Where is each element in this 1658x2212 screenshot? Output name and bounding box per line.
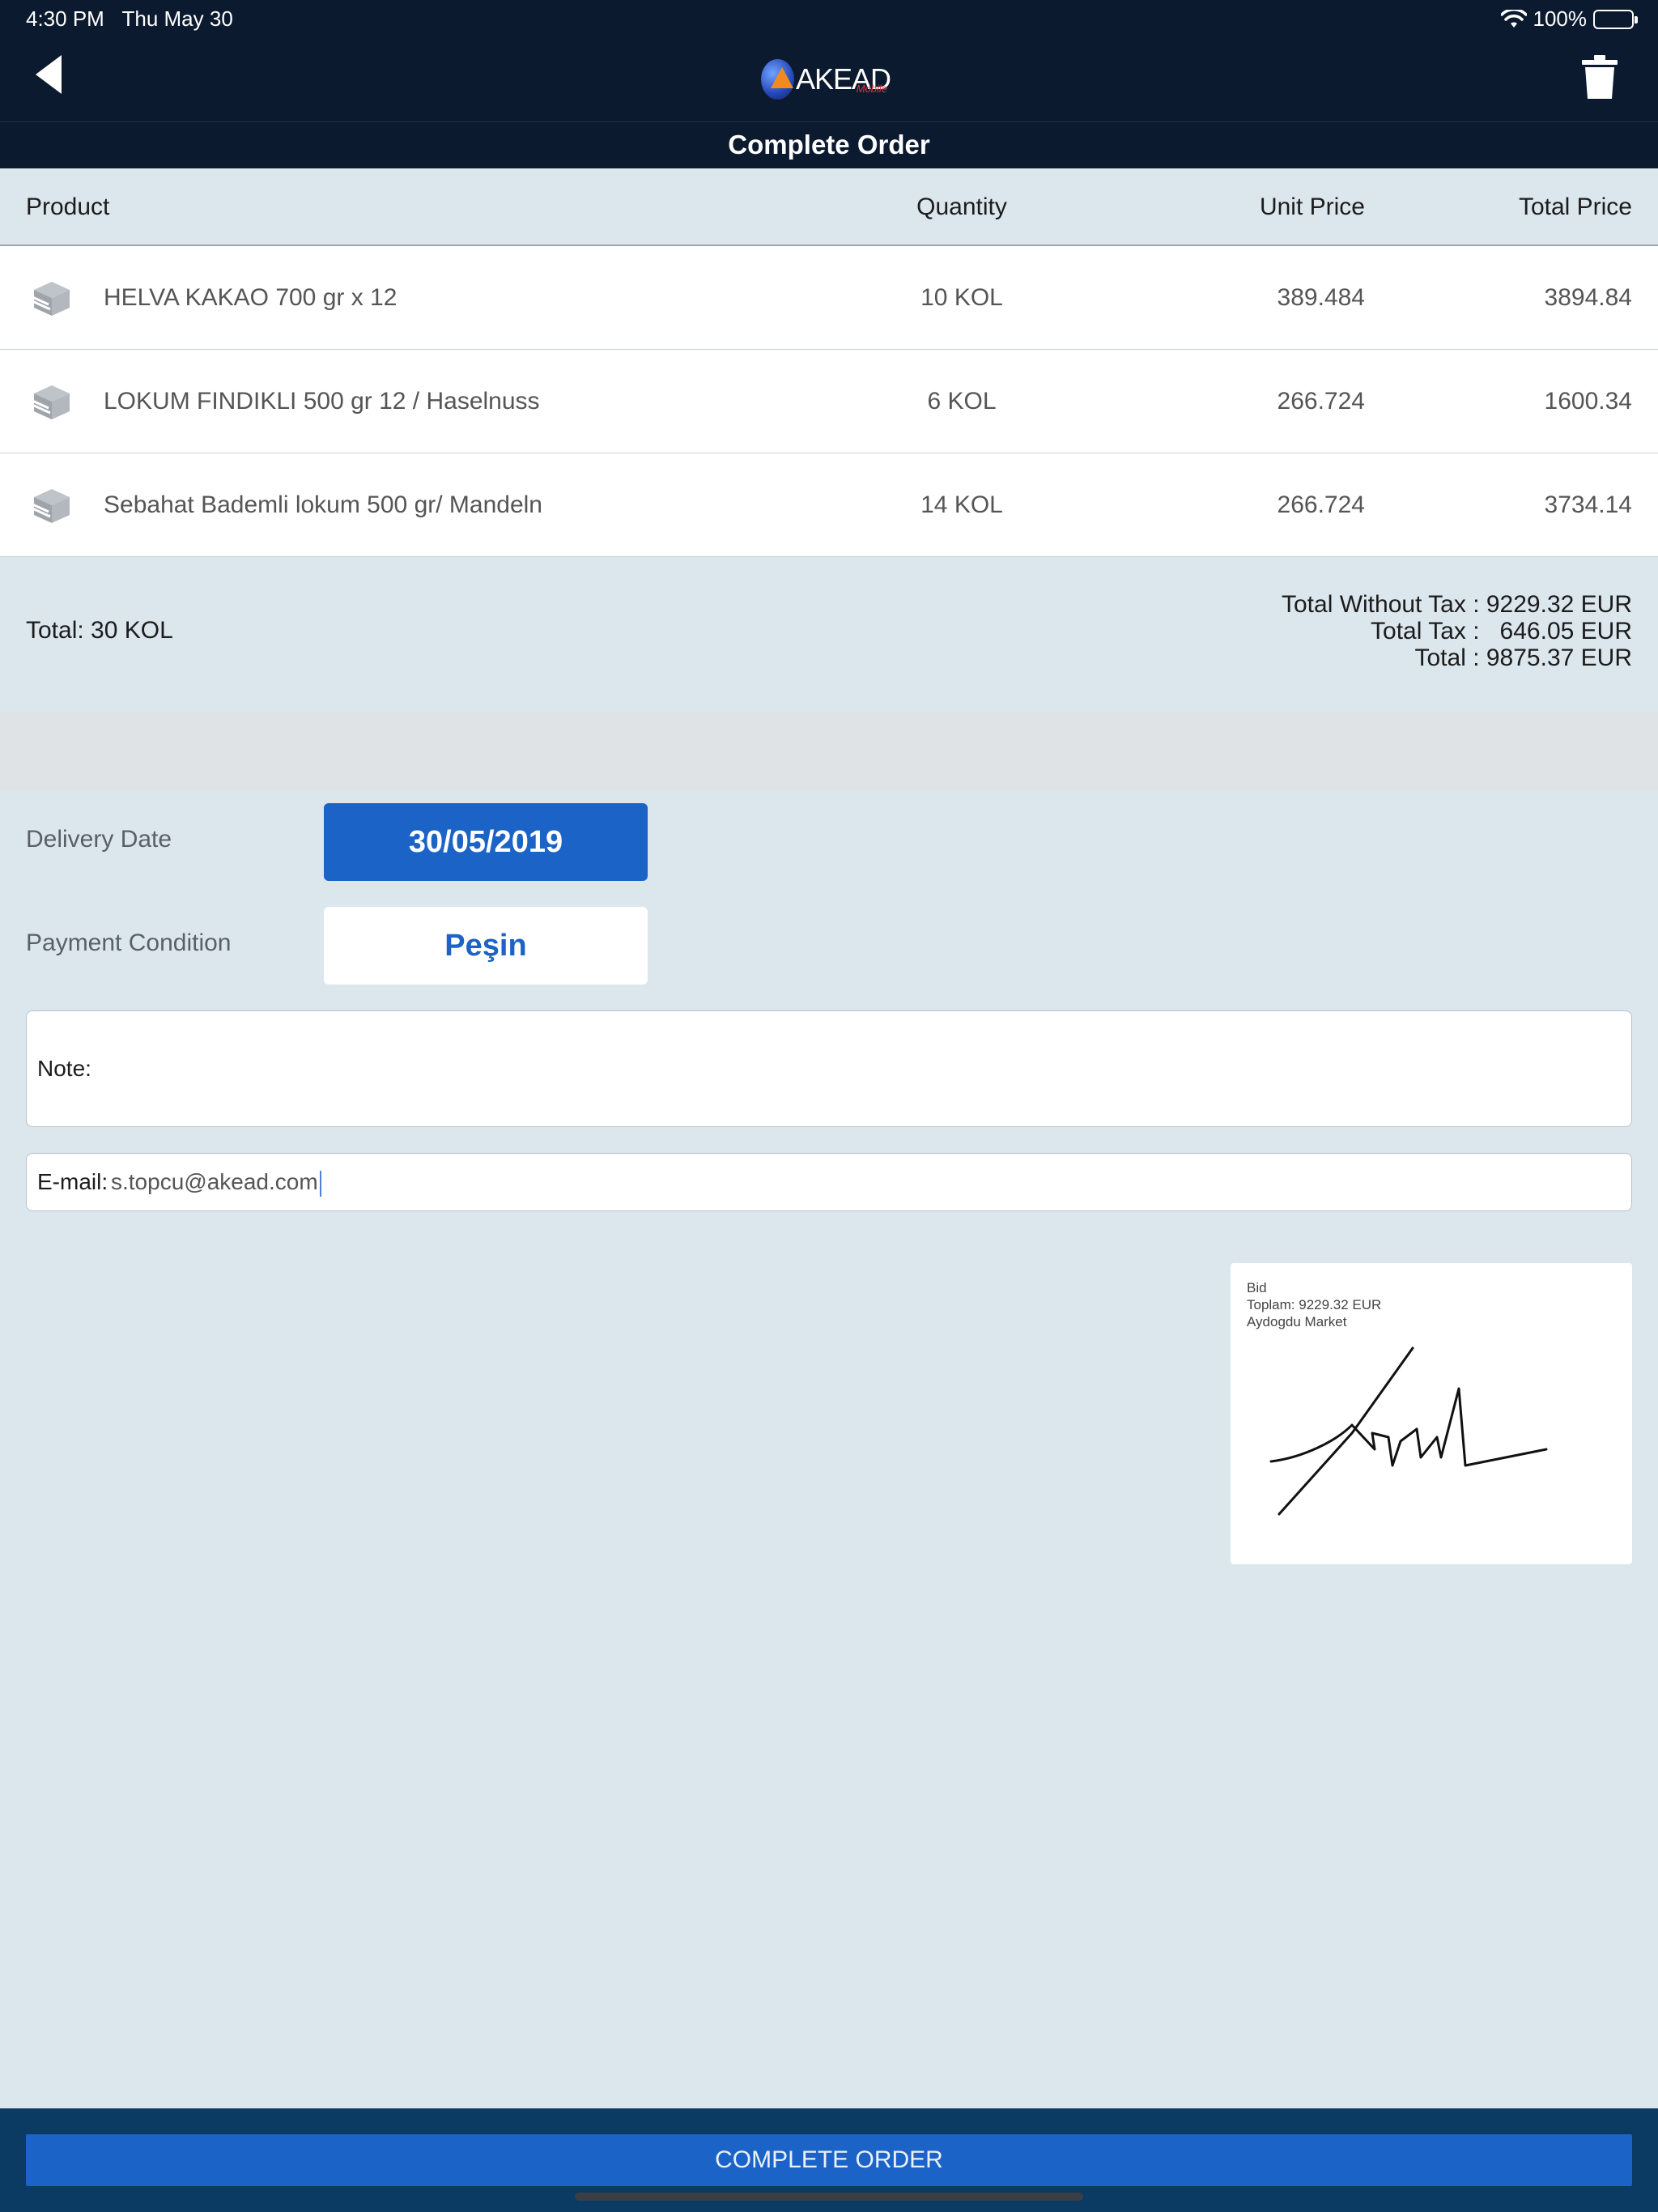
logo-sub-text: Mobile <box>856 83 887 95</box>
signature-line-3: Aydogdu Market <box>1247 1314 1347 1329</box>
email-label: E-mail: <box>37 1169 108 1194</box>
product-total-price: 1600.34 <box>1544 388 1632 415</box>
signature-pad[interactable]: Bid Toplam: 9229.32 EUR Aydogdu Market <box>1231 1263 1632 1564</box>
product-total-price: 3894.84 <box>1544 284 1632 311</box>
product-name: LOKUM FINDIKLI 500 gr 12 / Haselnuss <box>104 388 540 415</box>
akead-logo: AKEAD Mobile <box>761 55 891 104</box>
total-tax: Total Tax : 646.05 EUR <box>1371 618 1632 644</box>
text-caret <box>319 1170 321 1197</box>
title-bar: Complete Order <box>0 121 1658 168</box>
payment-condition-label: Payment Condition <box>26 929 232 956</box>
note-label: Note: <box>37 1056 91 1081</box>
wifi-icon <box>1500 9 1527 28</box>
product-quantity: 10 KOL <box>920 284 1003 311</box>
column-header-quantity: Quantity <box>916 194 1007 220</box>
battery-percentage: 100% <box>1533 6 1588 31</box>
product-box-icon <box>30 385 70 419</box>
back-button[interactable] <box>32 53 81 105</box>
battery-icon <box>1593 9 1638 29</box>
logo-globe-icon <box>761 59 794 100</box>
complete-order-button[interactable]: COMPLETE ORDER <box>26 2134 1632 2186</box>
bottom-bar: COMPLETE ORDER <box>0 2108 1658 2212</box>
order-table-header: Product Quantity Unit Price Total Price <box>0 168 1658 246</box>
page-title: Complete Order <box>728 130 930 160</box>
product-unit-price: 266.724 <box>1277 491 1365 518</box>
total-without-tax: Total Without Tax : 9229.32 EUR <box>1281 591 1632 618</box>
delivery-date-label: Delivery Date <box>26 826 172 853</box>
payment-condition-button[interactable]: Peşin <box>324 907 648 985</box>
delete-order-button[interactable] <box>1582 55 1624 102</box>
status-time-date: 4:30 PM Thu May 30 <box>26 6 233 31</box>
totals-summary: Total Without Tax : 9229.32 EUR Total Ta… <box>1282 591 1632 671</box>
total-quantity: Total: 30 KOL <box>26 617 173 644</box>
table-row[interactable]: Sebahat Bademli lokum 500 gr/ Mandeln 14… <box>0 453 1658 557</box>
table-row[interactable]: LOKUM FINDIKLI 500 gr 12 / Haselnuss 6 K… <box>0 350 1658 453</box>
table-row[interactable]: HELVA KAKAO 700 gr x 12 10 KOL 389.484 3… <box>0 246 1658 350</box>
order-totals: Total: 30 KOL Total Without Tax : 9229.3… <box>0 557 1658 713</box>
product-unit-price: 389.484 <box>1277 284 1365 311</box>
column-header-product: Product <box>26 194 110 220</box>
product-box-icon <box>30 489 70 523</box>
grand-total: Total : 9875.37 EUR <box>1414 644 1633 671</box>
delivery-date-button[interactable]: 30/05/2019 <box>324 803 648 881</box>
email-field[interactable]: E-mail: s.topcu@akead.com <box>26 1153 1632 1211</box>
product-quantity: 6 KOL <box>927 388 997 415</box>
product-unit-price: 266.724 <box>1277 388 1365 415</box>
signature-line-2: Toplam: 9229.32 EUR <box>1247 1297 1382 1312</box>
top-navigation-bar: 4:30 PM Thu May 30 100% AKEAD Mobile <box>0 0 1658 121</box>
email-value: s.topcu@akead.com <box>111 1154 321 1210</box>
signature-line-1: Bid <box>1247 1280 1267 1295</box>
column-header-unit-price: Unit Price <box>1259 194 1365 220</box>
product-total-price: 3734.14 <box>1544 491 1632 518</box>
product-name: Sebahat Bademli lokum 500 gr/ Mandeln <box>104 491 542 518</box>
section-divider <box>0 713 1658 790</box>
note-input[interactable]: Note: <box>26 1010 1632 1127</box>
trash-icon <box>1582 55 1618 99</box>
signature-caption: Bid Toplam: 9229.32 EUR Aydogdu Market <box>1247 1279 1381 1330</box>
status-indicators: 100% <box>1500 6 1638 32</box>
home-indicator[interactable] <box>575 2193 1083 2201</box>
product-name: HELVA KAKAO 700 gr x 12 <box>104 284 397 311</box>
back-arrow-icon <box>36 55 62 94</box>
product-quantity: 14 KOL <box>920 491 1003 518</box>
column-header-total-price: Total Price <box>1518 194 1632 220</box>
product-box-icon <box>30 282 70 316</box>
